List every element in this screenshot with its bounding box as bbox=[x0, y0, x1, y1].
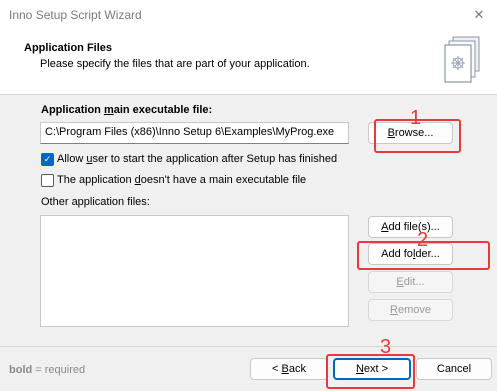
remove-button[interactable]: Remove bbox=[368, 299, 453, 321]
exe-label: Application main executable file: bbox=[41, 104, 213, 116]
allow-start-label[interactable]: Allow user to start the application afte… bbox=[57, 153, 337, 165]
no-exe-checkbox[interactable] bbox=[41, 174, 54, 187]
add-files-button[interactable]: Add file(s)... bbox=[368, 216, 453, 238]
annotation-number-1: 1 bbox=[410, 107, 422, 129]
close-icon[interactable]: ✕ bbox=[470, 6, 488, 24]
edit-button[interactable]: Edit... bbox=[368, 271, 453, 293]
back-button[interactable]: < Back bbox=[250, 358, 328, 380]
page-heading: Application Files bbox=[24, 42, 113, 54]
other-files-list[interactable] bbox=[40, 215, 349, 327]
page-subheading: Please specify the files that are part o… bbox=[40, 58, 310, 70]
required-legend: bold = required bbox=[9, 364, 86, 376]
window-title: Inno Setup Script Wizard bbox=[9, 8, 142, 22]
annotation-number-2: 2 bbox=[417, 229, 429, 251]
wizard-book-icon bbox=[441, 34, 485, 84]
cancel-button[interactable]: Cancel bbox=[416, 358, 492, 380]
no-exe-label[interactable]: The application doesn't have a main exec… bbox=[57, 174, 306, 186]
annotation-box-3 bbox=[326, 354, 415, 389]
checkmark-icon: ✓ bbox=[43, 154, 52, 164]
annotation-number-3: 3 bbox=[380, 336, 392, 358]
allow-start-checkbox[interactable]: ✓ bbox=[41, 153, 54, 166]
other-files-label: Other application files: bbox=[41, 196, 150, 208]
exe-path-input[interactable]: C:\Program Files (x86)\Inno Setup 6\Exam… bbox=[40, 122, 349, 144]
